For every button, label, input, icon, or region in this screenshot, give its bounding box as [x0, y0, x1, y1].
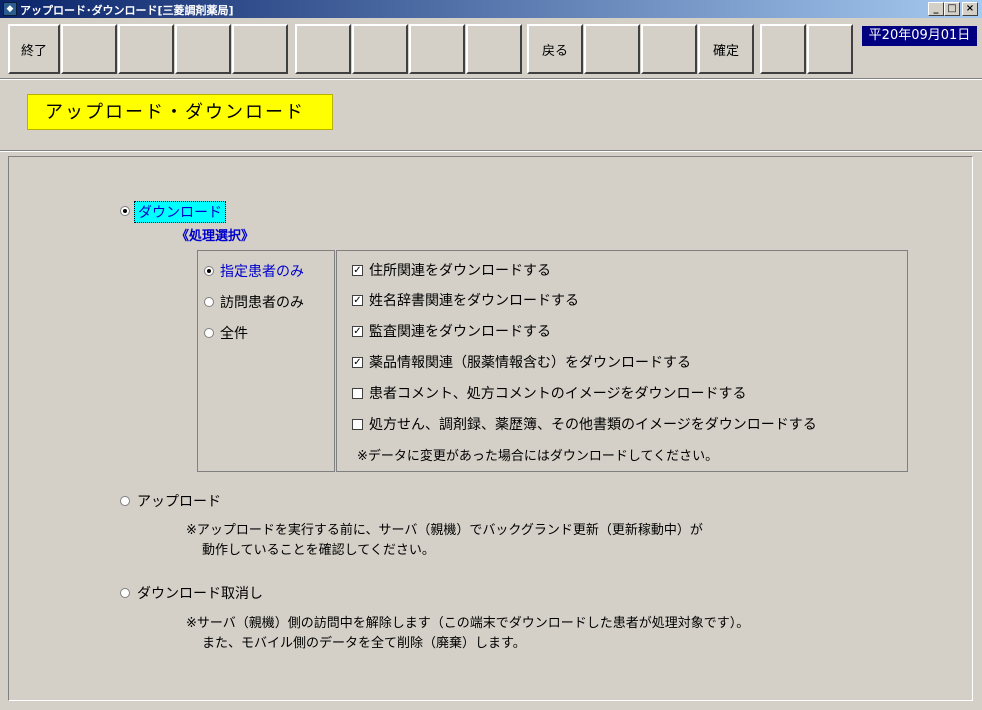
- checkbox-document-image[interactable]: [352, 419, 363, 430]
- fkey-button-8[interactable]: [409, 24, 465, 74]
- label-audit[interactable]: 監査関連をダウンロードする: [369, 321, 551, 341]
- scope-group: [197, 250, 335, 472]
- maximize-button[interactable]: □: [944, 2, 960, 16]
- fkey-button-7[interactable]: [352, 24, 408, 74]
- fkey-button-14[interactable]: [760, 24, 806, 74]
- window-title: アップロード･ダウンロード[三菱調剤薬局]: [20, 4, 234, 17]
- upload-label[interactable]: アップロード: [137, 491, 221, 511]
- checkbox-comment-image[interactable]: [352, 388, 363, 399]
- label-comment-image[interactable]: 患者コメント、処方コメントのイメージをダウンロードする: [369, 383, 746, 403]
- fkey-button-3[interactable]: [118, 24, 174, 74]
- checkbox-drug-info[interactable]: ✓: [352, 357, 363, 368]
- minimize-button[interactable]: _: [928, 2, 944, 16]
- back-button[interactable]: 戻る: [527, 24, 583, 74]
- title-bar: ◆ アップロード･ダウンロード[三菱調剤薬局] _ □ ×: [0, 0, 982, 18]
- scope-radio-specified[interactable]: [204, 266, 214, 276]
- fkey-button-15[interactable]: [807, 24, 853, 74]
- scope-label-specified[interactable]: 指定患者のみ: [220, 261, 304, 281]
- label-drug-info[interactable]: 薬品情報関連（服薬情報含む）をダウンロードする: [369, 352, 691, 372]
- app-icon: ◆: [3, 2, 17, 16]
- upload-radio[interactable]: [120, 496, 130, 506]
- scope-radio-visiting[interactable]: [204, 297, 214, 307]
- fkey-button-6[interactable]: [295, 24, 351, 74]
- checkbox-audit[interactable]: ✓: [352, 326, 363, 337]
- cancel-download-note-line2: また、モバイル側のデータを全て削除（廃棄）します。: [202, 636, 526, 651]
- label-address[interactable]: 住所関連をダウンロードする: [369, 260, 551, 280]
- exit-button[interactable]: 終了: [8, 24, 60, 74]
- header-divider: [0, 150, 982, 152]
- confirm-button[interactable]: 確定: [698, 24, 754, 74]
- fkey-button-9[interactable]: [466, 24, 522, 74]
- current-date: 平20年09月01日: [862, 26, 977, 46]
- scope-label-all[interactable]: 全件: [220, 323, 248, 343]
- scope-radio-all[interactable]: [204, 328, 214, 338]
- label-document-image[interactable]: 処方せん、調剤録、薬歴簿、その他書類のイメージをダウンロードする: [369, 414, 817, 434]
- upload-note-line1: ※アップロードを実行する前に、サーバ（親機）でバックグランド更新（更新稼動中）が: [186, 523, 703, 538]
- label-name-dictionary[interactable]: 姓名辞書関連をダウンロードする: [369, 290, 579, 310]
- fkey-button-5[interactable]: [232, 24, 288, 74]
- cancel-download-radio[interactable]: [120, 588, 130, 598]
- close-button[interactable]: ×: [962, 2, 978, 16]
- process-heading: 《処理選択》: [176, 229, 255, 244]
- cancel-download-note-line1: ※サーバ（親機）側の訪問中を解除します（この端末でダウンロードした患者が処理対象…: [186, 616, 750, 631]
- checkbox-name-dictionary[interactable]: ✓: [352, 295, 363, 306]
- fkey-button-11[interactable]: [584, 24, 640, 74]
- checkbox-address[interactable]: ✓: [352, 265, 363, 276]
- cancel-download-label[interactable]: ダウンロード取消し: [137, 583, 263, 603]
- upload-note-line2: 動作していることを確認してください。: [202, 543, 435, 558]
- fkey-button-2[interactable]: [61, 24, 117, 74]
- scope-label-visiting[interactable]: 訪問患者のみ: [220, 292, 304, 312]
- page-title: アップロード・ダウンロード: [27, 94, 333, 130]
- fkey-button-12[interactable]: [641, 24, 697, 74]
- download-radio[interactable]: [120, 206, 130, 216]
- download-note: ※データに変更があった場合にはダウンロードしてください。: [357, 449, 719, 464]
- download-label[interactable]: ダウンロード: [134, 201, 226, 223]
- fkey-button-4[interactable]: [175, 24, 231, 74]
- toolbar-divider: [0, 78, 982, 80]
